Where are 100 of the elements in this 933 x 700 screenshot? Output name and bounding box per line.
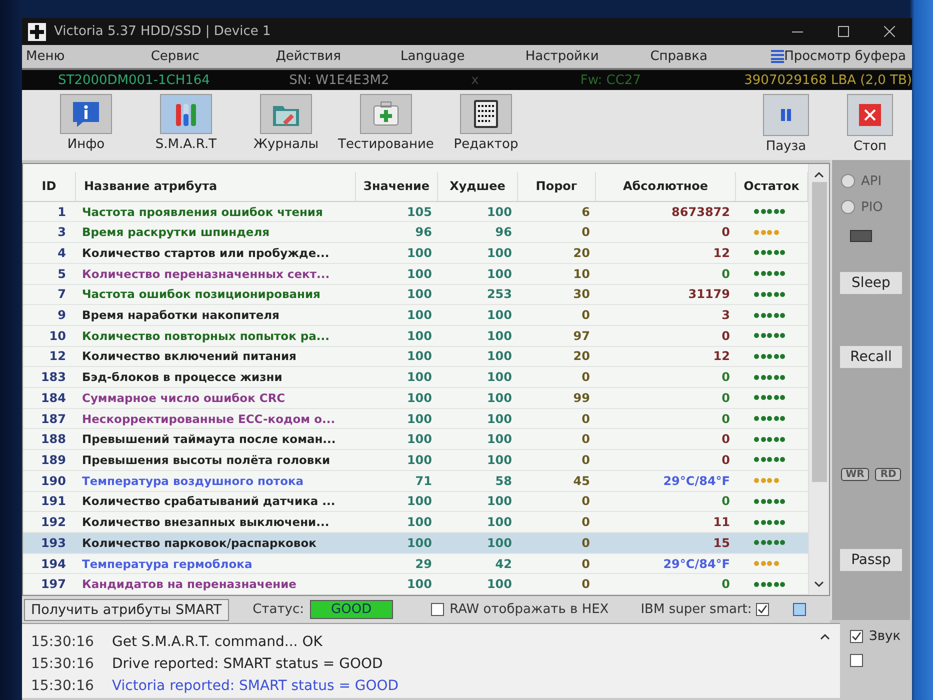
passport-button[interactable]: Passp [840,549,902,571]
menu-item[interactable]: Действия [272,49,397,64]
checkbox[interactable] [430,603,444,616]
health-dot [767,354,772,359]
table-row[interactable]: 189 Превышения высоты полёта головки 100 100 0 0 [23,450,808,471]
toolbar-button[interactable]: Тестирование [336,94,436,152]
table-row[interactable]: 1 Частота проявления ошибок чтения 105 100 6 8673872 [23,202,808,222]
column-header[interactable]: Название атрибута [76,172,356,201]
checkbox[interactable] [792,603,806,616]
table-row[interactable]: 187 Нескорректированные ECC-кодом о... 100 100 0 0 [23,408,808,430]
table-cell-text: 188 [40,432,67,446]
health-dot [767,312,772,318]
table-row[interactable]: 197 Кандидатов на переназначение 100 100 0 0 [23,574,808,596]
table-row[interactable]: 3 Время раскрутки шпинделя 96 96 0 0 [23,222,808,244]
scroll-down-icon[interactable] [814,579,824,589]
table-cell-text: Количество внезапных выключени... [81,515,330,530]
health-dot [767,520,772,525]
checkbox-label: IBM super smart: [640,602,752,617]
health-dot [780,457,785,462]
toolbar-button[interactable]: S.M.A.R.T [136,94,236,152]
table-row[interactable]: 5 Количество переназначенных сект... 100 100 10 0 [23,264,808,285]
table-cell-text: 5 [56,266,67,281]
table-row[interactable]: 191 Количество срабатываний датчика ... 100 100 0 0 [23,492,808,512]
scroll-up-icon[interactable] [814,170,824,180]
health-dot [754,354,759,359]
table-cell-text: Нескорректированные ECC-кодом о... [81,412,336,426]
table-cell-text: 100 [406,515,433,530]
table-cell-text: 191 [40,494,67,508]
table-cell-text: 105 [406,204,433,219]
table-row[interactable]: 188 Превышений таймаута после коман... 100 100 0 0 [23,429,808,450]
health-dot [780,250,785,256]
get-smart-button[interactable]: Получить атрибуты SMART [24,598,229,620]
table-cell-text: 8673872 [670,204,731,219]
table-cell-text: 6 [580,204,591,219]
table-cell-text: 0 [720,328,731,343]
column-header[interactable]: Порог [518,172,596,201]
health-dot [754,540,759,546]
buffer-view-link[interactable]: Просмотр буфера [784,49,912,64]
health-dot [754,292,759,297]
table-cell-text: 0 [580,225,591,240]
table-cell-text: 100 [406,266,433,281]
menu-item[interactable]: Меню [22,49,147,64]
table-cell-text: 97 [572,328,591,343]
window-title: Victoria 5.37 HDD/SSD | Device 1 [54,24,272,39]
table-cell-text: 100 [486,328,513,343]
table-cell-text: 190 [40,474,67,488]
health-dot [774,416,778,422]
column-header[interactable]: Худшее [438,172,518,201]
capacity-text: 3907029168 LBA (2,0 TB) [744,72,912,88]
stop-button[interactable]: Стоп [828,94,912,154]
binary-document-icon [471,99,501,129]
table-cell-text: 0 [720,452,731,467]
table-cell-text: 100 [406,432,433,446]
table-row[interactable]: 183 Бэд-блоков в процессе жизни 100 100 0 0 [23,367,808,388]
checkbox[interactable] [850,630,863,643]
column-header[interactable]: ID [23,172,76,201]
log-message: Get S.M.A.R.T. command... OK [112,634,322,650]
checkbox[interactable] [756,603,769,616]
table-cell-text: 100 [486,452,513,467]
health-dot [780,395,785,400]
table-row[interactable]: 10 Количество повторных попыток ра... 100 100 97 0 [23,326,808,347]
table-cell-text: Количество повторных попыток ра... [81,328,330,343]
stop-icon [859,104,881,126]
menu-item[interactable]: Справка [646,49,772,64]
table-row[interactable]: 9 Время наработки накопителя 100 100 0 3 [23,305,808,326]
toolbar-button[interactable]: Редактор [436,94,536,152]
table-cell-text: 0 [580,494,591,508]
health-dot [754,374,759,380]
firmware-version: Fw: CC27 [580,72,642,88]
table-row[interactable]: 12 Количество включений питания 100 100 20 12 [23,346,808,368]
table-cell-text: 100 [486,370,513,384]
menu-item[interactable]: Настройки [521,49,646,64]
toolbar-button[interactable]: Журналы [236,94,336,152]
menu-item[interactable]: Language [396,49,522,64]
table-row[interactable]: 4 Количество стартов или пробужде... 100 100 20 12 [23,243,808,264]
table-row[interactable]: 190 Температура воздушного потока 71 58 45 29°C/84°F [23,470,808,492]
table-row[interactable]: 194 Температура гермоблока 29 42 0 29°C/84°F [23,554,808,574]
table-cell-text: 100 [406,287,433,302]
column-header[interactable]: Значение [356,172,438,201]
checkbox[interactable] [850,654,863,667]
table-cell-text: Превышений таймаута после коман... [81,432,337,446]
checkbox-label: Звук [869,629,901,644]
scrollbar[interactable] [808,164,829,595]
side-button[interactable]: Recall [840,346,902,368]
table-cell-text: 0 [720,577,731,592]
health-dot [780,436,785,442]
pause-button[interactable]: Пауза [744,94,828,154]
side-button[interactable]: Sleep [840,272,902,294]
table-row[interactable]: 7 Частота ошибок позиционирования 100 253 30 31179 [23,284,808,306]
column-header[interactable]: Абсолютное [596,172,736,201]
health-dot [754,436,759,442]
menu-item[interactable]: Сервис [146,49,272,64]
table-cell-text: 0 [580,515,591,530]
table-row[interactable]: 193 Количество парковок/распарковок 100 100 0 15 [23,532,808,554]
health-dot [774,354,778,359]
health-dot [774,457,778,462]
table-row[interactable]: 184 Суммарное число ошибок CRC 100 100 99 0 [23,388,808,409]
health-dot [754,520,759,525]
toolbar-button[interactable]: Инфо [36,94,136,152]
table-cell-text: Количество парковок/распарковок [81,536,318,550]
